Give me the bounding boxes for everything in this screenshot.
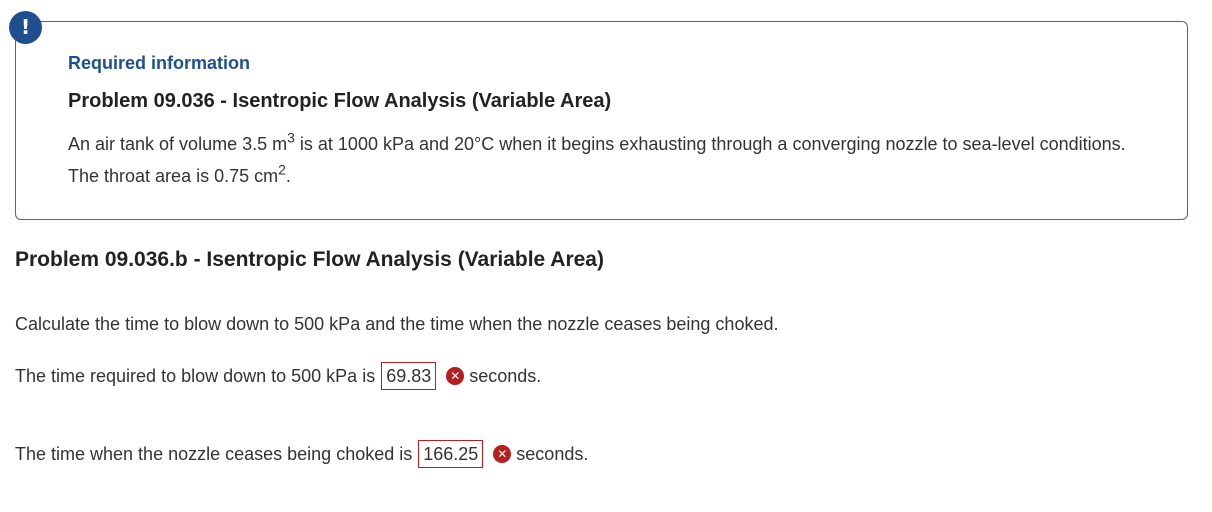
exclamation-icon: ! [9,11,42,44]
blowdown-time-input[interactable]: 69.83 [381,362,437,390]
superscript-2: 2 [278,161,286,178]
required-info-label: Required information [68,53,251,73]
answer-unit: seconds. [469,365,542,386]
incorrect-x-icon: ✕ [493,445,512,463]
answer-unit: seconds. [516,443,589,464]
description-text-3: . [285,166,291,186]
choked-time-input[interactable]: 166.25 [418,440,484,468]
superscript-3: 3 [287,129,295,146]
description-text-1: An air tank of volume 3.5 m [68,134,288,154]
problem-description: An air tank of volume 3.5 m3 is at 1000 … [68,128,1158,192]
answer-prefix: The time when the nozzle ceases being ch… [15,443,413,464]
problem-title: Problem 09.036 - Isentropic Flow Analysi… [68,90,612,112]
answer-row-blowdown: The time required to blow down to 500 kP… [15,362,541,390]
question-text: Calculate the time to blow down to 500 k… [15,314,779,334]
part-title: Problem 09.036.b - Isentropic Flow Analy… [15,248,604,271]
answer-row-choked: The time when the nozzle ceases being ch… [15,440,588,468]
answer-prefix: The time required to blow down to 500 kP… [15,365,376,386]
incorrect-x-icon: ✕ [446,367,465,385]
